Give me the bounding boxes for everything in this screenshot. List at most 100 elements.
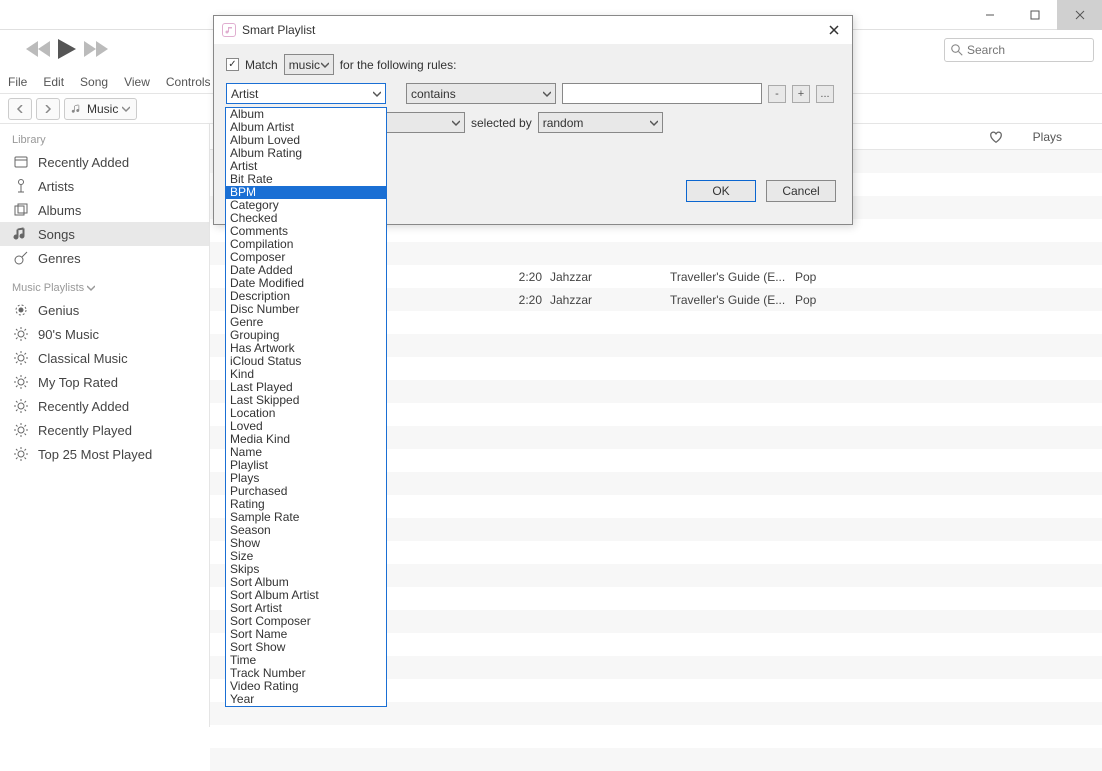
music-note-icon xyxy=(12,225,30,243)
remove-rule-button[interactable]: - xyxy=(768,85,786,103)
rule-more-button[interactable]: ... xyxy=(816,85,834,103)
search-box[interactable] xyxy=(944,38,1094,62)
cell-time: 2:20 xyxy=(490,270,550,284)
rule-field-select[interactable]: Artist xyxy=(226,83,386,104)
gear-icon xyxy=(12,445,30,463)
gear-icon xyxy=(12,421,30,439)
window-minimize-button[interactable] xyxy=(967,0,1012,30)
match-checkbox[interactable] xyxy=(226,58,239,71)
dropdown-option[interactable]: Year xyxy=(226,693,386,706)
sidebar-item-albums[interactable]: Albums xyxy=(0,198,209,222)
guitar-icon xyxy=(12,249,30,267)
sidebar-library-header: Library xyxy=(0,130,209,150)
cell-genre: Pop xyxy=(795,293,875,307)
microphone-icon xyxy=(12,177,30,195)
sidebar-item-label: Genius xyxy=(38,303,79,318)
playback-controls xyxy=(26,39,108,62)
dialog-title-text: Smart Playlist xyxy=(242,23,315,37)
sidebar-item-label: My Top Rated xyxy=(38,375,118,390)
media-type-selector[interactable]: Music xyxy=(64,98,137,120)
window-close-button[interactable] xyxy=(1057,0,1102,30)
sidebar-item-label: Recently Added xyxy=(38,155,129,170)
rule-field-value: Artist xyxy=(231,87,258,101)
sidebar-item-genius[interactable]: Genius xyxy=(0,298,209,322)
gear-icon xyxy=(12,325,30,343)
dialog-close-button[interactable] xyxy=(824,20,844,40)
recently-added-icon xyxy=(12,153,30,171)
match-type-value: music xyxy=(289,58,320,72)
sidebar-item-top-rated[interactable]: My Top Rated xyxy=(0,370,209,394)
ok-button[interactable]: OK xyxy=(686,180,756,202)
selected-by-value: random xyxy=(543,116,584,130)
menu-file[interactable]: File xyxy=(8,75,27,89)
nav-back-button[interactable] xyxy=(8,98,32,120)
sidebar-item-artists[interactable]: Artists xyxy=(0,174,209,198)
sidebar-item-label: Artists xyxy=(38,179,74,194)
cell-genre: Pop xyxy=(795,270,875,284)
cell-album: Traveller's Guide (E... xyxy=(670,270,795,284)
sidebar-item-genres[interactable]: Genres xyxy=(0,246,209,270)
sidebar-item-recently-added-pl[interactable]: Recently Added xyxy=(0,394,209,418)
chevron-down-icon xyxy=(452,119,460,127)
sidebar-item-recently-added[interactable]: Recently Added xyxy=(0,150,209,174)
gear-icon xyxy=(12,397,30,415)
albums-icon xyxy=(12,201,30,219)
chevron-down-icon xyxy=(122,105,130,113)
chevron-down-icon xyxy=(87,284,95,292)
sidebar-item-label: Classical Music xyxy=(38,351,128,366)
match-type-select[interactable]: music xyxy=(284,54,334,75)
gear-icon xyxy=(12,373,30,391)
chevron-down-icon xyxy=(543,90,551,98)
sidebar-playlists-header[interactable]: Music Playlists xyxy=(0,278,209,298)
rule-value-input[interactable] xyxy=(562,83,762,104)
add-rule-button[interactable]: + xyxy=(792,85,810,103)
sidebar-item-classical[interactable]: Classical Music xyxy=(0,346,209,370)
play-button[interactable] xyxy=(58,39,76,62)
nav-forward-button[interactable] xyxy=(36,98,60,120)
chevron-down-icon xyxy=(373,90,381,98)
chevron-down-icon xyxy=(650,119,658,127)
selected-by-label: selected by xyxy=(471,116,532,130)
sidebar-item-recently-played[interactable]: Recently Played xyxy=(0,418,209,442)
menu-controls[interactable]: Controls xyxy=(166,75,211,89)
column-love[interactable] xyxy=(989,130,1003,144)
dialog-titlebar: Smart Playlist xyxy=(214,16,852,44)
match-row: Match music for the following rules: xyxy=(226,54,840,75)
itunes-icon xyxy=(222,23,236,37)
cell-album: Traveller's Guide (E... xyxy=(670,293,795,307)
cancel-button[interactable]: Cancel xyxy=(766,180,836,202)
media-type-label: Music xyxy=(87,102,118,116)
sidebar-item-label: 90's Music xyxy=(38,327,99,342)
column-plays[interactable]: Plays xyxy=(1033,130,1062,144)
sidebar-item-label: Songs xyxy=(38,227,75,242)
cell-artist: Jahzzar xyxy=(550,293,670,307)
cell-artist: Jahzzar xyxy=(550,270,670,284)
search-input[interactable] xyxy=(967,43,1077,57)
rule-row: Artist contains - + ... xyxy=(226,83,840,104)
music-note-icon xyxy=(71,103,83,115)
table-row xyxy=(210,725,1102,748)
sidebar-item-label: Albums xyxy=(38,203,81,218)
match-label: Match xyxy=(245,58,278,72)
sidebar-item-songs[interactable]: Songs xyxy=(0,222,209,246)
genius-icon xyxy=(12,301,30,319)
gear-icon xyxy=(12,349,30,367)
menu-edit[interactable]: Edit xyxy=(43,75,64,89)
sidebar-item-top25[interactable]: Top 25 Most Played xyxy=(0,442,209,466)
sidebar-item-label: Recently Added xyxy=(38,399,129,414)
rewind-button[interactable] xyxy=(26,41,50,60)
menu-view[interactable]: View xyxy=(124,75,150,89)
sidebar-playlists-label: Music Playlists xyxy=(12,282,84,294)
rule-field-dropdown[interactable]: AlbumAlbum ArtistAlbum LovedAlbum Rating… xyxy=(225,107,387,707)
search-icon xyxy=(951,44,963,56)
table-row xyxy=(210,748,1102,771)
sidebar-item-label: Top 25 Most Played xyxy=(38,447,152,462)
sidebar-item-label: Recently Played xyxy=(38,423,132,438)
forward-button[interactable] xyxy=(84,41,108,60)
sidebar-item-90s-music[interactable]: 90's Music xyxy=(0,322,209,346)
window-maximize-button[interactable] xyxy=(1012,0,1057,30)
selected-by-select[interactable]: random xyxy=(538,112,663,133)
rule-condition-value: contains xyxy=(411,87,456,101)
menu-song[interactable]: Song xyxy=(80,75,108,89)
rule-condition-select[interactable]: contains xyxy=(406,83,556,104)
